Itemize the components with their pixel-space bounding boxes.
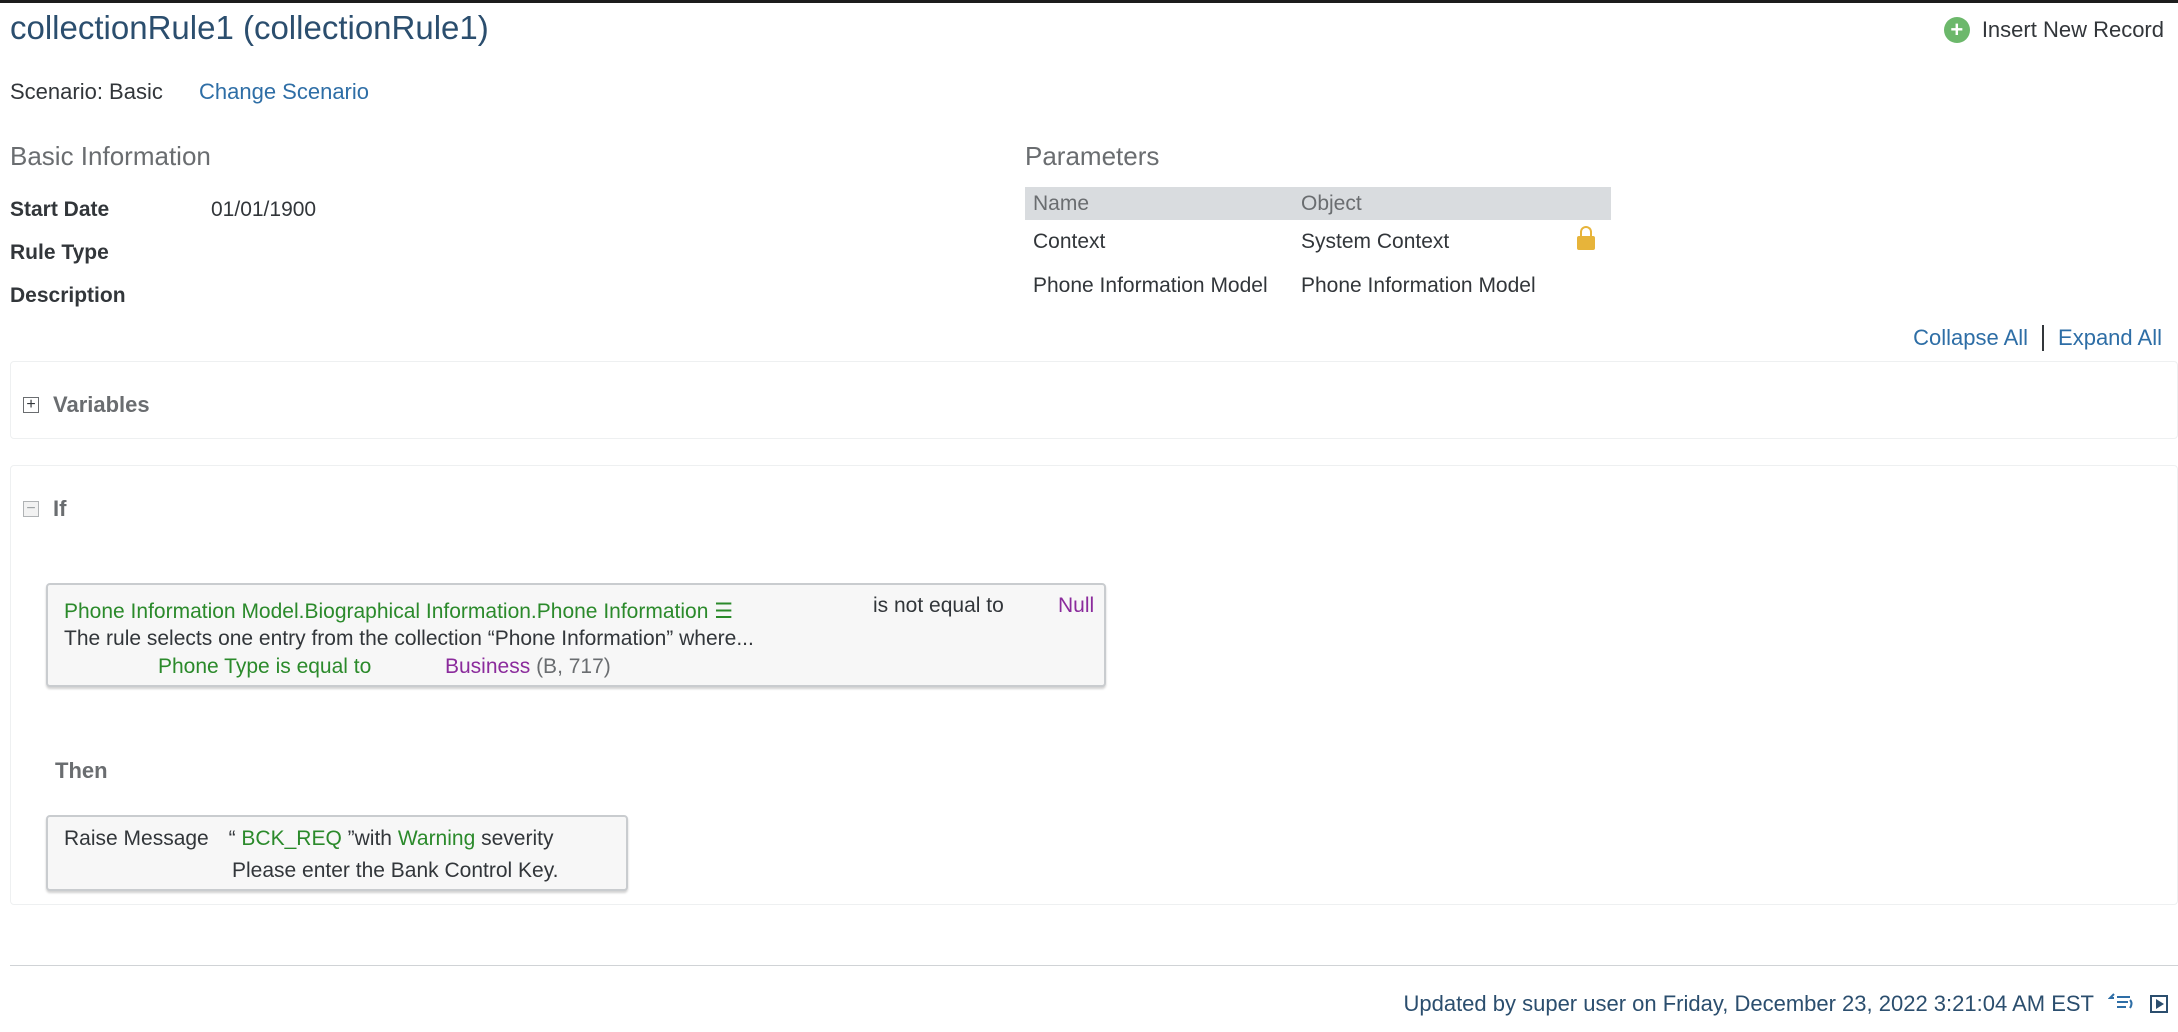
param-name: Context [1033, 230, 1106, 253]
sub-condition-field[interactable]: Phone Type [158, 655, 270, 678]
sub-condition-value-line: Business (B, 717) [445, 655, 611, 679]
page-title: collectionRule1 (collectionRule1) [10, 9, 489, 46]
parameters-table: Name Object Context System Context Phone… [1025, 187, 1611, 308]
severity-suffix: severity [481, 827, 554, 850]
condition-description: The rule selects one entry from the coll… [64, 627, 754, 650]
column-header-lock [1569, 187, 1611, 220]
table-row: Context System Context [1025, 220, 1611, 264]
history-icon[interactable] [2107, 990, 2134, 1018]
start-date-label: Start Date [10, 198, 110, 221]
play-icon[interactable] [2150, 995, 2168, 1013]
param-object: System Context [1301, 230, 1450, 253]
sub-condition-code: (B, 717) [536, 655, 611, 678]
lock-cell [1569, 220, 1611, 264]
separator [2042, 325, 2045, 351]
condition-field[interactable]: Phone Information Model.Biographical Inf… [64, 600, 708, 623]
action-line: Raise Message “ BCK_REQ ”with Warning se… [64, 827, 553, 851]
close-quote: ” [347, 827, 355, 850]
severity-value[interactable]: Warning [398, 827, 475, 850]
scenario-text: Scenario: Basic [10, 79, 163, 104]
parameters-heading: Parameters [1025, 141, 1160, 171]
condition-operator[interactable]: is not equal to [873, 594, 1004, 618]
footer-divider [10, 965, 2178, 966]
expand-icon[interactable]: + [23, 397, 39, 413]
collapse-all-link[interactable]: Collapse All [1913, 325, 2028, 351]
column-header-name: Name [1025, 187, 1293, 220]
with-text: with [354, 827, 392, 850]
condition-card[interactable]: Phone Information Model.Biographical Inf… [46, 583, 1106, 687]
condition-line: Phone Information Model.Biographical Inf… [64, 599, 733, 624]
variables-header[interactable]: + Variables [23, 392, 150, 418]
change-scenario-link[interactable]: Change Scenario [199, 79, 369, 105]
variables-title: Variables [53, 392, 150, 417]
lock-cell [1569, 264, 1611, 308]
column-header-object: Object [1293, 187, 1569, 220]
condition-value[interactable]: Null [1058, 594, 1094, 618]
start-date-value: 01/01/1900 [211, 198, 317, 221]
menu-icon[interactable]: ☰ [714, 600, 733, 623]
action-card[interactable]: Raise Message “ BCK_REQ ”with Warning se… [46, 815, 628, 891]
updated-info: Updated by super user on Friday, Decembe… [1403, 991, 2094, 1016]
if-header[interactable]: − If [23, 496, 66, 522]
param-name: Phone Information Model [1033, 274, 1268, 297]
parameters-header-row: Name Object [1025, 187, 1611, 220]
param-object: Phone Information Model [1301, 274, 1536, 297]
message-text: Please enter the Bank Control Key. [232, 859, 559, 882]
action-prefix[interactable]: Raise Message [64, 827, 209, 850]
insert-new-record-button[interactable]: + Insert New Record [1943, 17, 2164, 43]
expand-all-link[interactable]: Expand All [2058, 325, 2162, 351]
if-title: If [53, 496, 67, 521]
message-key[interactable]: BCK_REQ [241, 827, 341, 850]
description-label: Description [10, 284, 126, 307]
insert-new-record-label: Insert New Record [1981, 17, 2164, 42]
table-row: Phone Information Model Phone Informatio… [1025, 264, 1611, 308]
collapse-icon[interactable]: − [23, 501, 39, 517]
history-icon-svg [2107, 993, 2133, 1009]
collapse-expand-actions: Collapse All Expand All [1913, 325, 2162, 351]
sub-condition-line: Phone Type is equal to [158, 655, 371, 679]
open-quote: “ [228, 827, 236, 850]
basic-information-heading: Basic Information [10, 141, 211, 171]
rule-type-label: Rule Type [10, 241, 109, 264]
variables-panel: + Variables [10, 361, 2178, 439]
plus-circle-icon: + [1943, 17, 1970, 43]
sub-condition-value[interactable]: Business [445, 655, 530, 678]
if-then-panel: − If Phone Information Model.Biographica… [10, 465, 2178, 905]
sub-condition-operator[interactable]: is equal to [276, 655, 372, 678]
lock-icon [1577, 226, 1595, 250]
then-title: Then [55, 758, 108, 783]
